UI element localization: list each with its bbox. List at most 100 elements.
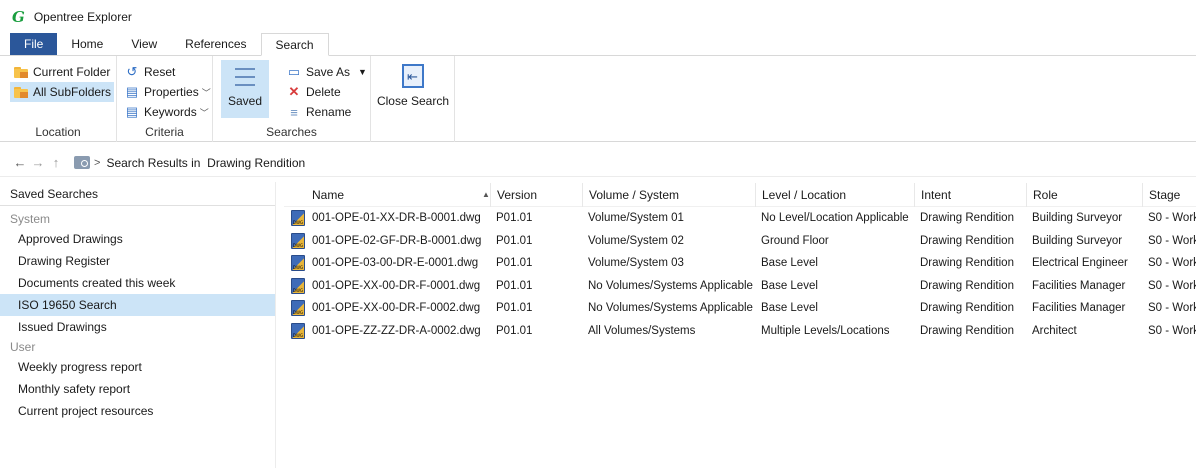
- cell-role: Facilities Manager: [1032, 302, 1126, 315]
- system-section-label: System: [10, 212, 51, 226]
- cell-name: 001-OPE-XX-00-DR-F-0002.dwg: [312, 302, 481, 315]
- close-search-icon: ⇤: [402, 64, 424, 88]
- criteria-group-label: Criteria: [145, 125, 184, 139]
- column-header-name[interactable]: Name: [306, 183, 490, 207]
- save-icon: ▭: [287, 64, 301, 79]
- table-row[interactable]: 001-OPE-02-GF-DR-B-0001.dwg P01.01 Volum…: [284, 230, 1196, 253]
- user-section-label: User: [10, 340, 36, 354]
- cell-role: Architect: [1032, 324, 1077, 337]
- saved-search-drawing-register[interactable]: Drawing Register: [0, 250, 275, 272]
- chevron-down-icon: ﹀: [199, 107, 209, 118]
- save-as-button[interactable]: ▭ Save As ▼: [283, 62, 370, 82]
- table-row[interactable]: 001-OPE-03-00-DR-E-0001.dwg P01.01 Volum…: [284, 252, 1196, 275]
- cell-stage: S0 - Work: [1148, 324, 1196, 337]
- cell-role: Electrical Engineer: [1032, 257, 1128, 270]
- cell-version: P01.01: [496, 212, 533, 224]
- rename-button[interactable]: ≡ Rename: [283, 102, 354, 122]
- cell-intent: Drawing Rendition: [920, 279, 1014, 292]
- searches-group-label: Searches: [266, 125, 317, 139]
- app-logo-icon: G: [12, 8, 25, 26]
- cell-volume-system: Volume/System 02: [588, 234, 684, 247]
- cell-stage: S0 - Work: [1148, 302, 1196, 315]
- tab-search[interactable]: Search: [260, 33, 329, 56]
- cell-stage: S0 - Work: [1148, 279, 1196, 292]
- saved-search-approved-drawings[interactable]: Approved Drawings: [0, 228, 275, 250]
- cell-volume-system: No Volumes/Systems Applicable: [588, 302, 753, 315]
- saved-label: Saved: [227, 94, 263, 108]
- saved-list-icon: [231, 66, 259, 90]
- cell-intent: Drawing Rendition: [920, 257, 1014, 270]
- dropdown-arrow-icon: ▼: [358, 67, 367, 77]
- saved-searches-button[interactable]: Saved: [221, 60, 269, 118]
- results-grid: Name ▲ Version Volume / System Level / L…: [284, 183, 1196, 343]
- back-arrow-icon[interactable]: ←: [12, 155, 28, 170]
- column-header-level-location[interactable]: Level / Location: [755, 183, 914, 207]
- cell-name: 001-OPE-03-00-DR-E-0001.dwg: [312, 257, 479, 270]
- keywords-button[interactable]: ▤ Keywords ﹀: [121, 102, 212, 122]
- ribbon-tabs: File Home View References Search: [0, 33, 1196, 56]
- saved-search-monthly-safety[interactable]: Monthly safety report: [0, 378, 275, 400]
- cell-role: Building Surveyor: [1032, 212, 1123, 224]
- saved-search-weekly-progress[interactable]: Weekly progress report: [0, 356, 275, 378]
- cell-intent: Drawing Rendition: [920, 302, 1014, 315]
- all-subfolders-button[interactable]: All SubFolders: [10, 82, 115, 102]
- close-search-button[interactable]: ⇤ Close Search: [375, 60, 451, 118]
- cell-intent: Drawing Rendition: [920, 212, 1014, 224]
- sort-ascending-icon: ▲: [482, 190, 490, 199]
- cell-role: Building Surveyor: [1032, 234, 1123, 247]
- cell-volume-system: No Volumes/Systems Applicable: [588, 279, 753, 292]
- dwg-file-icon: [291, 210, 305, 226]
- cell-name: 001-OPE-02-GF-DR-B-0001.dwg: [312, 234, 482, 247]
- dwg-file-icon: [291, 300, 305, 317]
- close-search-group: ⇤ Close Search: [371, 56, 455, 142]
- cell-stage: S0 - Work: [1148, 257, 1196, 270]
- cell-volume-system: Volume/System 03: [588, 257, 684, 270]
- column-header-version[interactable]: Version: [490, 183, 582, 207]
- cell-version: P01.01: [496, 234, 533, 247]
- column-header-volume-system[interactable]: Volume / System: [582, 183, 755, 207]
- breadcrumb-path[interactable]: Search Results in Drawing Rendition: [106, 156, 305, 170]
- forward-arrow-icon[interactable]: →: [30, 155, 46, 170]
- cell-version: P01.01: [496, 324, 533, 337]
- delete-label: Delete: [306, 85, 341, 99]
- cell-name: 001-OPE-01-XX-DR-B-0001.dwg: [312, 212, 481, 224]
- cell-intent: Drawing Rendition: [920, 324, 1014, 337]
- saved-search-iso-19650[interactable]: ISO 19650 Search: [0, 294, 275, 316]
- table-row[interactable]: 001-OPE-01-XX-DR-B-0001.dwg P01.01 Volum…: [284, 207, 1196, 230]
- reset-button[interactable]: ↺ Reset: [121, 62, 178, 82]
- cell-stage: S0 - Work: [1148, 212, 1196, 224]
- tab-view[interactable]: View: [117, 33, 171, 55]
- table-row[interactable]: 001-OPE-XX-00-DR-F-0002.dwg P01.01 No Vo…: [284, 297, 1196, 320]
- table-row[interactable]: 001-OPE-ZZ-ZZ-DR-A-0002.dwg P01.01 All V…: [284, 320, 1196, 343]
- saved-searches-title: Saved Searches: [0, 182, 275, 206]
- column-header-role[interactable]: Role: [1026, 183, 1142, 207]
- properties-icon: ▤: [125, 84, 139, 99]
- saved-search-project-resources[interactable]: Current project resources: [0, 400, 275, 422]
- column-header-intent[interactable]: Intent: [914, 183, 1026, 207]
- cell-name: 001-OPE-XX-00-DR-F-0001.dwg: [312, 279, 481, 292]
- tab-home[interactable]: Home: [57, 33, 117, 55]
- properties-button[interactable]: ▤ Properties ﹀: [121, 82, 214, 102]
- tab-file[interactable]: File: [10, 33, 58, 55]
- up-arrow-icon[interactable]: ↑: [48, 155, 64, 170]
- saved-search-issued-drawings[interactable]: Issued Drawings: [0, 316, 275, 338]
- cell-version: P01.01: [496, 257, 533, 270]
- chevron-down-icon: ﹀: [201, 87, 211, 98]
- search-folder-icon: [74, 156, 90, 169]
- cell-level-location: Multiple Levels/Locations: [761, 324, 890, 337]
- table-row[interactable]: 001-OPE-XX-00-DR-F-0001.dwg P01.01 No Vo…: [284, 275, 1196, 298]
- cell-name: 001-OPE-ZZ-ZZ-DR-A-0002.dwg: [312, 324, 481, 337]
- column-header-stage[interactable]: Stage: [1142, 183, 1196, 207]
- delete-button[interactable]: ✕ Delete: [283, 82, 344, 102]
- rename-label: Rename: [306, 105, 352, 119]
- address-bar: ← → ↑ > Search Results in Drawing Rendit…: [0, 149, 1196, 177]
- cell-level-location: Base Level: [761, 257, 818, 270]
- cell-intent: Drawing Rendition: [920, 234, 1014, 247]
- saved-searches-pane: Saved Searches System Approved Drawings …: [0, 182, 276, 468]
- cell-level-location: Base Level: [761, 279, 818, 292]
- saved-search-documents-this-week[interactable]: Documents created this week: [0, 272, 275, 294]
- dwg-file-icon: [291, 322, 305, 339]
- current-folder-button[interactable]: Current Folder: [10, 62, 113, 82]
- all-subfolders-label: All SubFolders: [33, 85, 112, 99]
- tab-references[interactable]: References: [171, 33, 260, 55]
